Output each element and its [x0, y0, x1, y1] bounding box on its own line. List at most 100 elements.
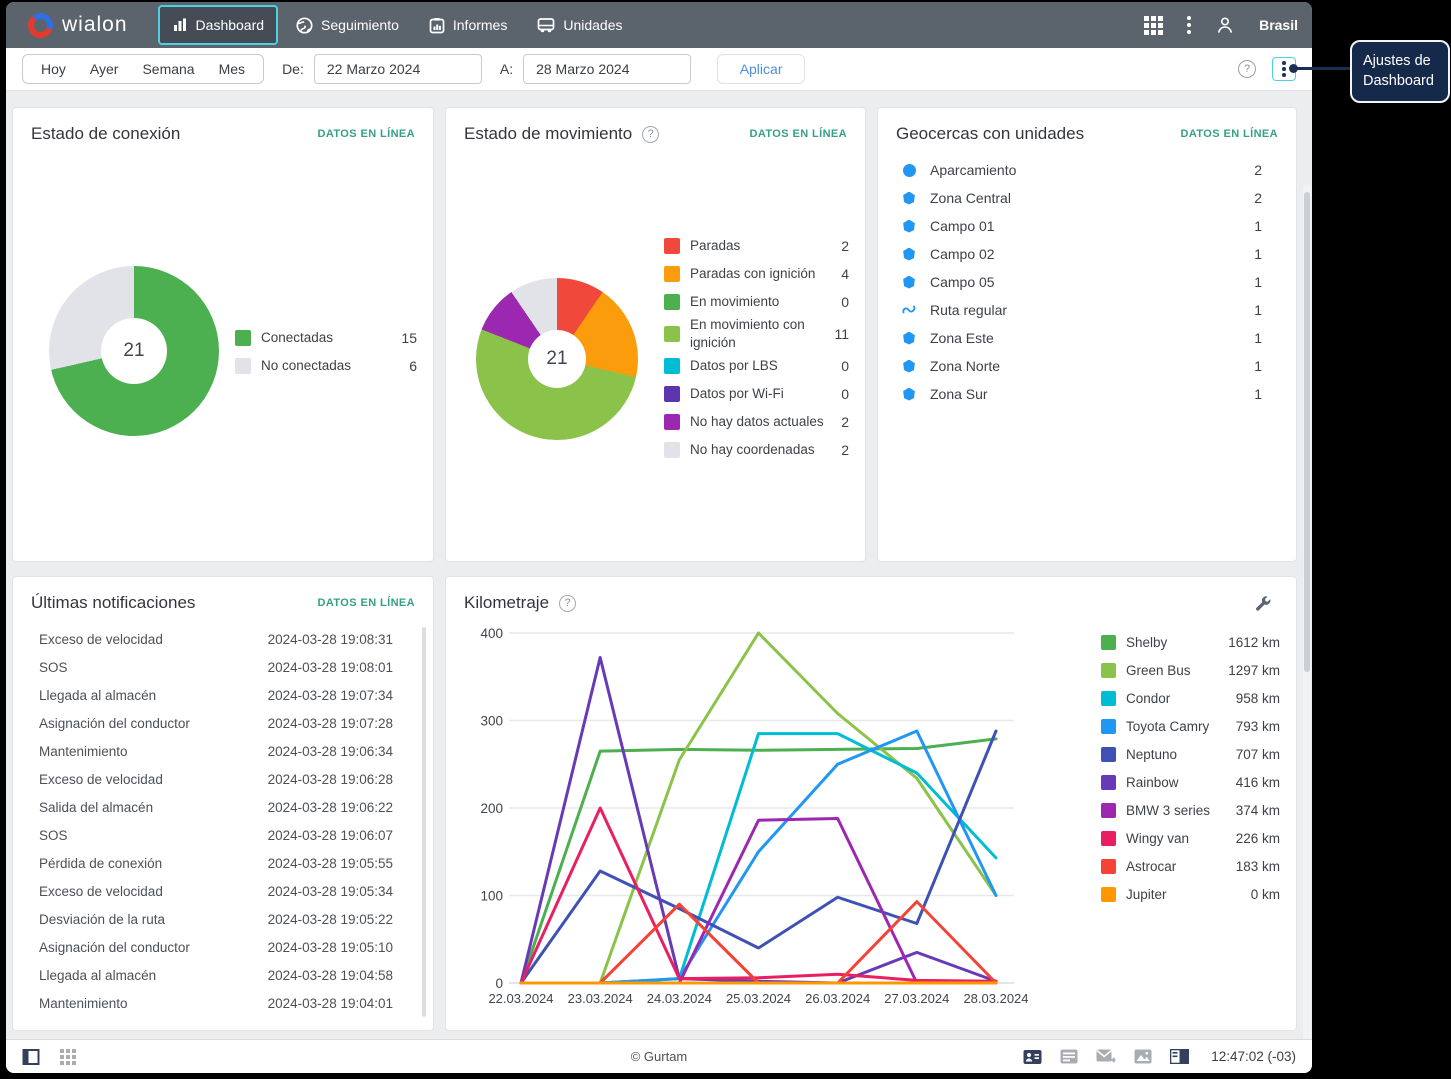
- connection-status-card: Estado de conexión DATOS EN LÍNEA 21 Con…: [12, 107, 434, 562]
- y-axis-tick-label: 300: [480, 714, 503, 729]
- wrench-icon[interactable]: [1254, 595, 1272, 613]
- tab-informes[interactable]: Informes: [417, 5, 519, 45]
- callout-connector-dot: [1289, 63, 1298, 73]
- user-icon[interactable]: [1215, 15, 1235, 35]
- notification-row[interactable]: Asignación del conductor 2024-03-28 19:07…: [39, 709, 393, 737]
- unit-mileage: 0 km: [1250, 886, 1280, 902]
- apps-grid-icon[interactable]: [1144, 15, 1164, 35]
- legend-row: Datos por Wi-Fi 0: [664, 380, 849, 408]
- notification-row[interactable]: Llegada al almacén 2024-03-28 19:07:34: [39, 681, 393, 709]
- mileage-legend-row[interactable]: Neptuno 707 km: [1101, 740, 1280, 768]
- notification-row[interactable]: Mantenimiento 2024-03-28 19:06:34: [39, 737, 393, 765]
- unit-name: Rainbow: [1126, 774, 1179, 790]
- driver-icon[interactable]: [1023, 1049, 1042, 1065]
- kebab-menu-icon[interactable]: [1187, 16, 1192, 34]
- date-from-input[interactable]: 22 Marzo 2024: [313, 54, 482, 84]
- geofence-route-icon: [902, 303, 916, 317]
- unit-mileage: 958 km: [1235, 690, 1280, 706]
- range-button-ayer[interactable]: Ayer: [78, 61, 131, 77]
- page-scrollbar-thumb[interactable]: [1304, 192, 1310, 672]
- wialon-logo[interactable]: wialon: [28, 12, 128, 38]
- help-icon[interactable]: ?: [642, 125, 660, 143]
- mileage-legend-row[interactable]: BMW 3 series 374 km: [1101, 796, 1280, 824]
- range-button-hoy[interactable]: Hoy: [29, 61, 78, 77]
- legend-color-swatch: [664, 442, 680, 459]
- mileage-legend-row[interactable]: Astrocar 183 km: [1101, 852, 1280, 880]
- legend-row: No hay datos actuales 2: [664, 408, 849, 436]
- unit-name: BMW 3 series: [1126, 802, 1211, 818]
- mail-icon[interactable]: [1096, 1049, 1116, 1064]
- help-icon[interactable]: ?: [1238, 60, 1256, 78]
- geofence-row[interactable]: Zona Central 2: [902, 184, 1262, 212]
- unit-mileage: 1612 km: [1228, 634, 1280, 650]
- range-button-semana[interactable]: Semana: [130, 61, 206, 77]
- geofence-row[interactable]: Zona Sur 1: [902, 380, 1262, 408]
- mileage-legend-row[interactable]: Green Bus 1297 km: [1101, 656, 1280, 684]
- x-axis-tick-label: 26.03.2024: [805, 991, 870, 1006]
- news-icon[interactable]: [1060, 1049, 1078, 1064]
- grid-icon[interactable]: [60, 1048, 76, 1065]
- geofence-row[interactable]: Campo 02 1: [902, 240, 1262, 268]
- y-axis-tick-label: 400: [480, 626, 503, 641]
- geofence-name: Campo 01: [930, 218, 995, 234]
- notification-row[interactable]: SOS 2024-03-28 19:06:07: [39, 821, 393, 849]
- legend-color-swatch: [1101, 690, 1116, 706]
- tab-unidades[interactable]: Unidades: [525, 5, 634, 45]
- mileage-legend-row[interactable]: Shelby 1612 km: [1101, 628, 1280, 656]
- legend-color-swatch: [664, 294, 680, 310]
- page-scrollbar[interactable]: [1303, 184, 1311, 1073]
- donut-total: 21: [101, 318, 167, 384]
- notification-row[interactable]: Mantenimiento 2024-03-28 19:04:01: [39, 989, 393, 1017]
- notification-text: Pérdida de conexión: [39, 855, 163, 871]
- legend-label: Paradas con ignición: [690, 265, 816, 281]
- unit-name: Green Bus: [1126, 662, 1191, 678]
- geofence-unit-count: 1: [1254, 386, 1262, 402]
- notification-row[interactable]: Exceso de velocidad 2024-03-28 19:06:28: [39, 765, 393, 793]
- user-account-label[interactable]: Brasil: [1259, 17, 1298, 33]
- clock-label: 12:47:02 (-03): [1211, 1049, 1296, 1064]
- unit-name: Toyota Camry: [1126, 718, 1210, 734]
- notification-row[interactable]: Asignación del conductor 2024-03-28 19:05…: [39, 933, 393, 961]
- mileage-legend-row[interactable]: Toyota Camry 793 km: [1101, 712, 1280, 740]
- mileage-legend-row[interactable]: Jupiter 0 km: [1101, 880, 1280, 908]
- legend-color-swatch: [664, 386, 680, 403]
- geofence-row[interactable]: Aparcamiento 2: [902, 156, 1262, 184]
- legend-value: 2: [841, 442, 849, 459]
- notification-row[interactable]: SOS 2024-03-28 19:08:01: [39, 653, 393, 681]
- layout-icon[interactable]: [1170, 1049, 1190, 1064]
- range-button-mes[interactable]: Mes: [207, 61, 257, 77]
- legend-row: No conectadas 6: [235, 352, 417, 380]
- tab-dashboard[interactable]: Dashboard: [157, 5, 279, 45]
- geofence-name: Campo 05: [930, 274, 995, 290]
- tab-seguimiento[interactable]: Seguimiento: [284, 5, 411, 45]
- notification-row[interactable]: Exceso de velocidad 2024-03-28 19:08:31: [39, 625, 393, 653]
- apply-button[interactable]: Aplicar: [717, 54, 806, 84]
- notification-row[interactable]: Llegada al almacén 2024-03-28 19:04:58: [39, 961, 393, 989]
- online-data-badge: DATOS EN LÍNEA: [1180, 128, 1278, 140]
- legend-label: Paradas: [690, 237, 741, 253]
- date-to-input[interactable]: 28 Marzo 2024: [523, 54, 692, 84]
- legend-color-swatch: [1101, 886, 1116, 902]
- notification-row[interactable]: Desviación de la ruta 2024-03-28 19:05:22: [39, 905, 393, 933]
- geofence-row[interactable]: Campo 05 1: [902, 268, 1262, 296]
- sidebar-toggle-icon[interactable]: [22, 1048, 40, 1066]
- geofence-row[interactable]: Zona Este 1: [902, 324, 1262, 352]
- geofence-row[interactable]: Ruta regular 1: [902, 296, 1262, 324]
- mileage-legend-row[interactable]: Wingy van 226 km: [1101, 824, 1280, 852]
- legend-color-swatch: [664, 266, 680, 282]
- geofence-row[interactable]: Zona Norte 1: [902, 352, 1262, 380]
- geofence-polygon-icon: [902, 191, 916, 205]
- notifications-scrollbar[interactable]: [422, 627, 426, 1017]
- photo-icon[interactable]: [1134, 1049, 1152, 1064]
- notification-text: Asignación del conductor: [39, 715, 190, 731]
- notification-row[interactable]: Exceso de velocidad 2024-03-28 19:05:34: [39, 877, 393, 905]
- geofence-row[interactable]: Campo 01 1: [902, 212, 1262, 240]
- legend-color-swatch: [235, 358, 251, 374]
- notification-text: Exceso de velocidad: [39, 771, 163, 787]
- notification-row[interactable]: Pérdida de conexión 2024-03-28 19:05:55: [39, 849, 393, 877]
- mileage-legend-row[interactable]: Rainbow 416 km: [1101, 768, 1280, 796]
- card-title: Estado de conexión: [31, 124, 181, 143]
- unit-name: Astrocar: [1126, 858, 1177, 874]
- mileage-legend-row[interactable]: Condor 958 km: [1101, 684, 1280, 712]
- notification-row[interactable]: Salida del almacén 2024-03-28 19:06:22: [39, 793, 393, 821]
